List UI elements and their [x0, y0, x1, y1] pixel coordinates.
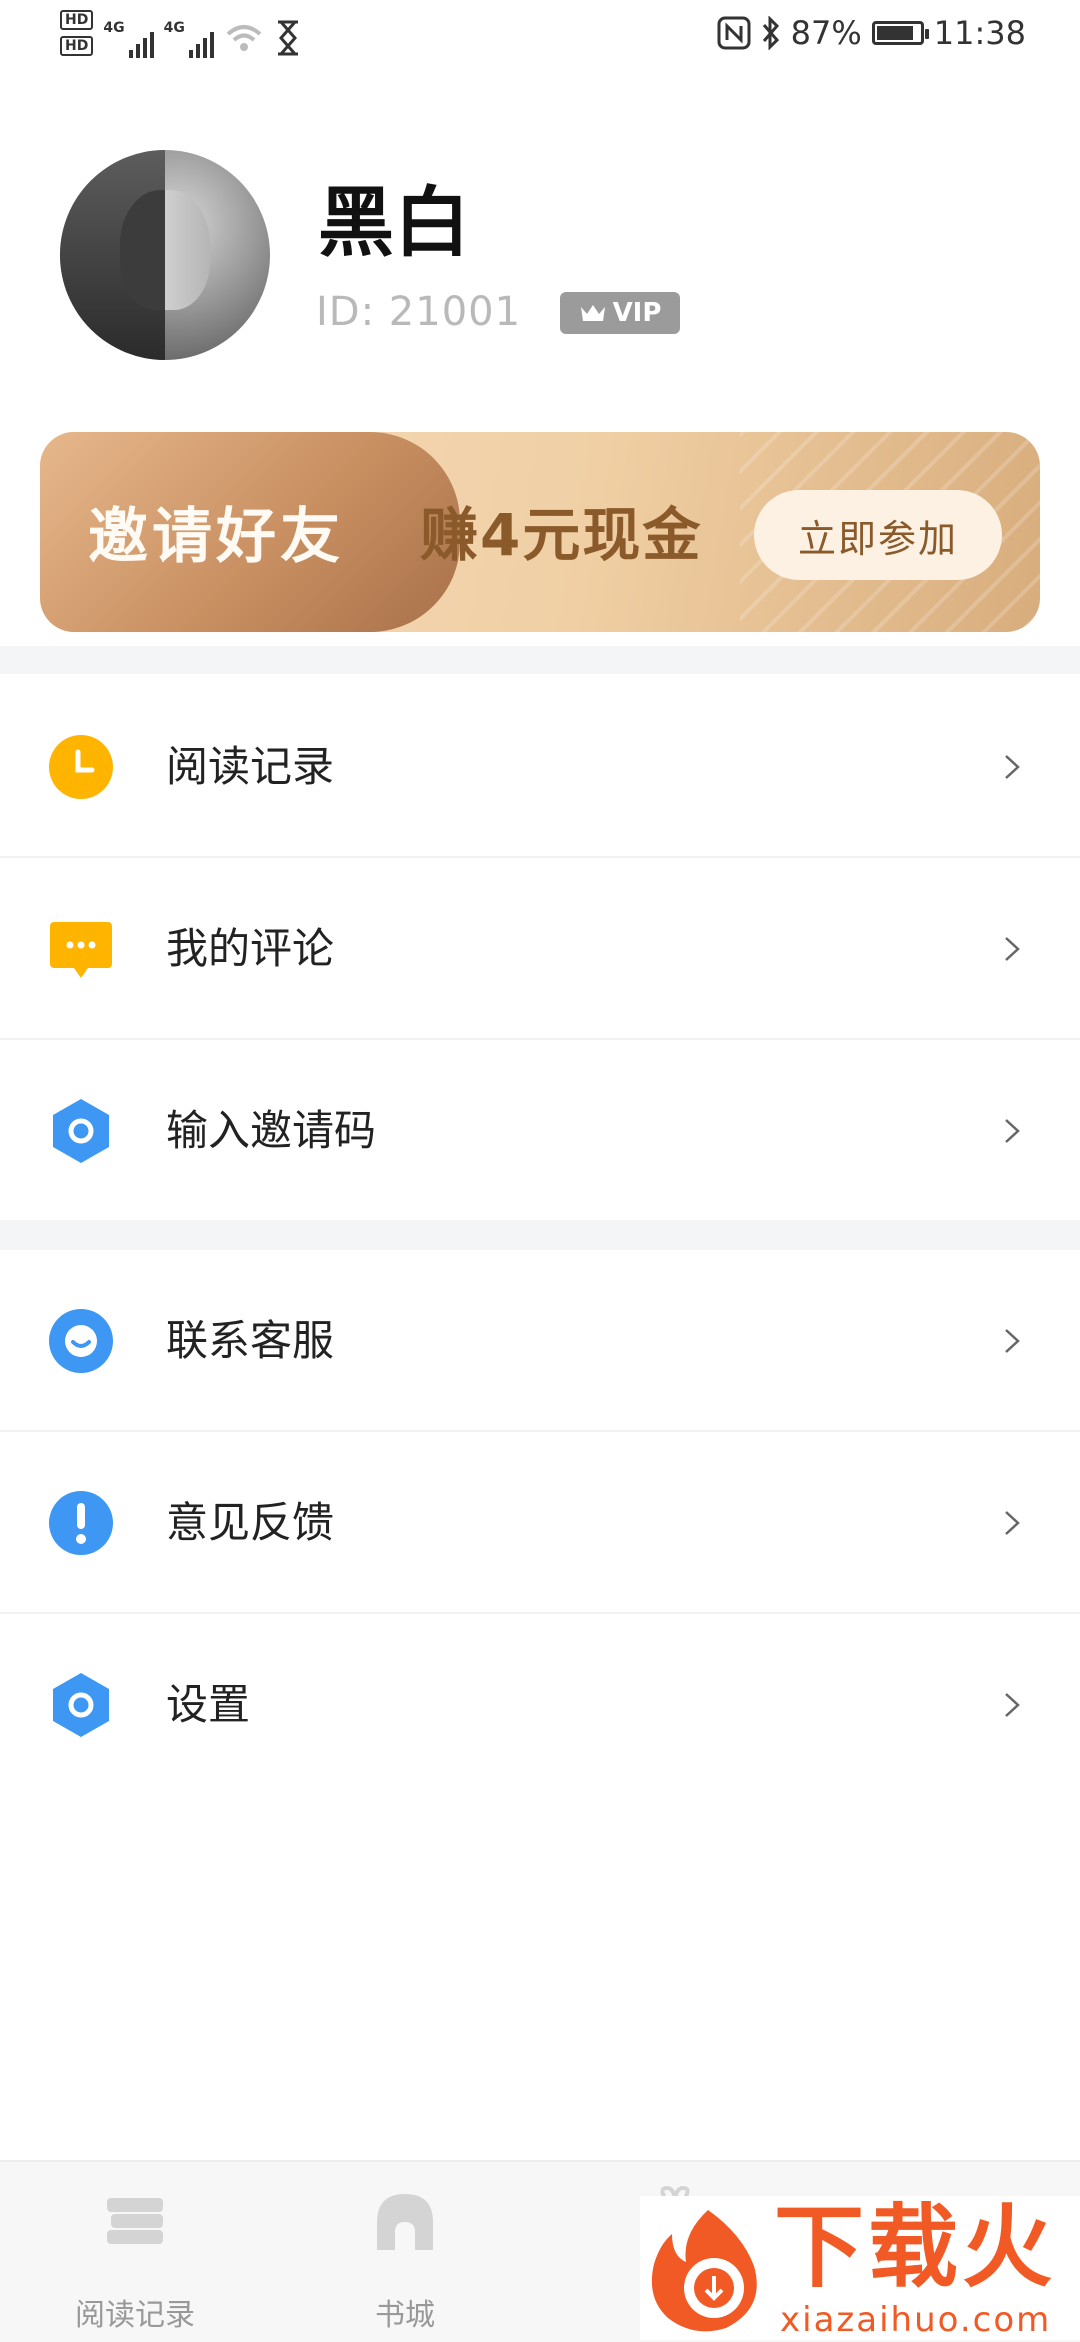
signal-bars-icon	[128, 18, 154, 58]
wifi-icon	[226, 25, 262, 51]
menu-item-my-comments[interactable]: 我的评论	[0, 858, 1080, 1038]
hd2-label: HD	[60, 36, 94, 56]
menu-label: 意见反馈	[166, 1498, 335, 1547]
menu-item-customer-service[interactable]: 联系客服	[0, 1250, 1080, 1430]
section-divider	[0, 646, 1080, 674]
chevron-right-icon	[1005, 1119, 1020, 1143]
tab-label: 书城	[375, 2298, 435, 2333]
flame-logo-icon	[651, 2210, 757, 2332]
user-id: ID: 21001	[316, 289, 522, 335]
status-bar: HD HD 4G 4G 87% 11:38	[0, 0, 1080, 78]
user-name: 黑白	[318, 178, 470, 267]
crown-icon	[580, 305, 605, 321]
menu-item-reading-history[interactable]: 阅读记录	[0, 676, 1080, 856]
signal-bars-icon	[188, 18, 214, 58]
battery-fill	[876, 26, 914, 40]
banner-earn-text: 赚4元现金	[420, 501, 703, 569]
hd1-label: HD	[60, 10, 94, 30]
nfc-icon	[717, 16, 751, 50]
invite-banner[interactable]: 邀请好友 赚4元现金 立即参加	[40, 432, 1040, 632]
avatar-face	[120, 190, 210, 310]
menu-item-feedback[interactable]: 意见反馈	[0, 1432, 1080, 1612]
bookstore-icon	[377, 2194, 433, 2250]
books-icon	[107, 2198, 163, 2244]
invite-code-icon	[53, 1099, 109, 1163]
battery-percent: 87%	[790, 14, 862, 52]
tab-label: 阅读记录	[75, 2298, 195, 2333]
chevron-right-icon	[1005, 1329, 1020, 1353]
status-left: HD HD 4G 4G	[60, 10, 302, 62]
feedback-icon	[49, 1491, 113, 1555]
avatar[interactable]	[60, 150, 270, 360]
signal-1: 4G	[103, 10, 154, 58]
battery-icon	[871, 21, 929, 45]
clock-icon	[49, 735, 113, 799]
menu-label: 设置	[166, 1680, 251, 1729]
chevron-right-icon	[1005, 1693, 1020, 1717]
menu-label: 输入邀请码	[166, 1106, 377, 1155]
menu-item-settings[interactable]: 设置	[0, 1614, 1080, 1794]
watermark-url: xiazaihuo.com	[780, 2300, 1052, 2340]
watermark-title: 下载火	[774, 2195, 1056, 2300]
join-now-button[interactable]: 立即参加	[754, 490, 1002, 580]
section-divider	[0, 1220, 1080, 1250]
status-right: 87% 11:38	[717, 14, 1026, 52]
menu-label: 联系客服	[166, 1316, 335, 1365]
hd-indicator: HD HD	[60, 10, 94, 62]
menu-item-invite-code[interactable]: 输入邀请码	[0, 1040, 1080, 1220]
menu-label: 我的评论	[166, 924, 335, 973]
chevron-right-icon	[1005, 755, 1020, 779]
comment-icon	[50, 922, 112, 978]
signal-2: 4G	[164, 10, 214, 58]
bluetooth-icon	[762, 16, 779, 50]
hourglass-icon	[277, 20, 298, 56]
chevron-right-icon	[1005, 1511, 1020, 1535]
watermark: 下载火 xiazaihuo.com	[640, 2196, 1080, 2340]
vip-label: VIP	[612, 298, 662, 328]
net1-label: 4G	[103, 20, 125, 36]
tab-reading-history[interactable]: 阅读记录	[0, 2162, 270, 2342]
vip-badge: VIP	[560, 292, 680, 334]
clock-time: 11:38	[933, 14, 1026, 52]
net2-label: 4G	[163, 20, 185, 36]
chevron-right-icon	[1005, 937, 1020, 961]
customer-service-icon	[49, 1309, 113, 1373]
menu-label: 阅读记录	[166, 742, 335, 791]
tab-bookstore[interactable]: 书城	[270, 2162, 540, 2342]
settings-icon	[53, 1673, 109, 1737]
banner-invite-text: 邀请好友	[88, 502, 344, 572]
